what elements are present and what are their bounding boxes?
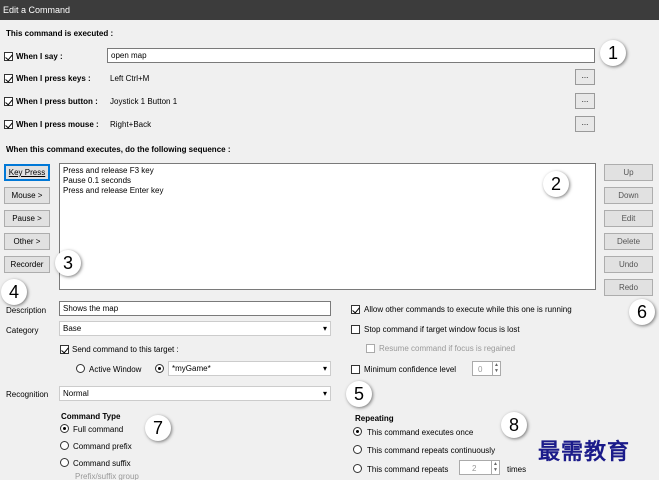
command-suffix-radio[interactable] <box>60 458 69 467</box>
spinner-arrows-icon[interactable]: ▲ ▼ <box>492 362 500 375</box>
min-confidence-value: 0 <box>478 365 483 374</box>
delete-button[interactable]: Delete <box>604 233 653 250</box>
allow-other-checkbox[interactable] <box>351 305 360 314</box>
list-item[interactable]: Pause 0.1 seconds <box>63 176 592 186</box>
other-menu-button[interactable]: Other > <box>4 233 50 250</box>
send-target-label: Send command to this target : <box>72 345 179 354</box>
executed-heading: This command is executed : <box>6 29 114 38</box>
window-title: Edit a Command <box>0 0 659 20</box>
repeats-continuously-radio[interactable] <box>353 445 362 454</box>
keys-checkbox[interactable] <box>4 74 13 83</box>
joystick-value: Joystick 1 Button 1 <box>110 97 178 106</box>
category-select[interactable]: Base <box>59 321 331 336</box>
annotation-marker-7: 7 <box>145 415 171 441</box>
game-target-value: *myGame* <box>172 364 211 373</box>
allow-other-label: Allow other commands to execute while th… <box>364 305 572 314</box>
recognition-value: Normal <box>63 389 89 398</box>
min-confidence-checkbox[interactable] <box>351 365 360 374</box>
mouse-label: When I press mouse : <box>16 120 99 129</box>
repeats-times-radio[interactable] <box>353 464 362 473</box>
stop-focus-checkbox[interactable] <box>351 325 360 334</box>
mouse-browse-button[interactable]: ... <box>575 116 595 132</box>
game-target-select[interactable]: *myGame* <box>168 361 331 376</box>
keys-value: Left Ctrl+M <box>110 74 150 83</box>
min-confidence-spinner[interactable]: 0 ▲ ▼ <box>472 361 501 376</box>
recognition-select[interactable]: Normal <box>59 386 331 401</box>
list-item[interactable]: Press and release Enter key <box>63 186 592 196</box>
say-checkbox[interactable] <box>4 52 13 61</box>
key-press-button[interactable]: Key Press <box>4 164 50 181</box>
repeat-count-spinner[interactable]: 2 ▲ ▼ <box>459 460 500 475</box>
undo-button[interactable]: Undo <box>604 256 653 273</box>
category-value: Base <box>63 324 82 333</box>
annotation-marker-4: 4 <box>1 279 27 305</box>
command-type-heading: Command Type <box>61 412 121 421</box>
executes-once-radio[interactable] <box>353 427 362 436</box>
category-label: Category <box>6 326 39 335</box>
times-label: times <box>507 465 527 474</box>
annotation-marker-5: 5 <box>346 381 372 407</box>
sequence-heading: When this command executes, do the follo… <box>6 145 231 154</box>
min-confidence-label: Minimum confidence level <box>364 365 457 374</box>
repeats-times-label: This command repeats <box>367 465 449 474</box>
send-target-checkbox[interactable] <box>60 345 69 354</box>
list-item[interactable]: Press and release F3 key <box>63 166 592 176</box>
edit-button[interactable]: Edit <box>604 210 653 227</box>
repeat-count-value: 2 <box>472 464 477 473</box>
annotation-marker-1: 1 <box>600 40 626 66</box>
resume-focus-label: Resume command if focus is regained <box>379 344 516 353</box>
recognition-label: Recognition <box>6 390 49 399</box>
spinner-arrows-icon[interactable]: ▲ ▼ <box>491 461 499 474</box>
active-window-radio[interactable] <box>76 364 85 373</box>
resume-focus-checkbox[interactable] <box>366 344 375 353</box>
sequence-list[interactable]: Press and release F3 key Pause 0.1 secon… <box>59 163 596 290</box>
command-suffix-label: Command suffix <box>73 459 131 468</box>
down-button[interactable]: Down <box>604 187 653 204</box>
watermark-logo: 最需教育 <box>538 439 631 465</box>
stop-focus-label: Stop command if target window focus is l… <box>364 325 520 334</box>
annotation-marker-6: 6 <box>629 299 655 325</box>
annotation-marker-3: 3 <box>55 250 81 276</box>
command-prefix-radio[interactable] <box>60 441 69 450</box>
command-prefix-label: Command prefix <box>73 442 132 451</box>
joystick-browse-button[interactable]: ... <box>575 93 595 109</box>
active-window-label: Active Window <box>89 365 142 374</box>
up-button[interactable]: Up <box>604 164 653 181</box>
repeating-heading: Repeating <box>355 414 394 423</box>
annotation-marker-8: 8 <box>501 412 527 438</box>
say-input[interactable]: open map <box>107 48 595 63</box>
full-command-label: Full command <box>73 425 124 434</box>
executes-once-label: This command executes once <box>367 428 474 437</box>
description-label: Description <box>6 306 47 315</box>
mouse-checkbox[interactable] <box>4 120 13 129</box>
redo-button[interactable]: Redo <box>604 279 653 296</box>
joystick-checkbox[interactable] <box>4 97 13 106</box>
prefix-suffix-group-label: Prefix/suffix group <box>75 472 139 480</box>
pause-menu-button[interactable]: Pause > <box>4 210 50 227</box>
say-label: When I say : <box>16 52 63 61</box>
description-input[interactable]: Shows the map <box>59 301 331 316</box>
joystick-label: When I press button : <box>16 97 98 106</box>
mouse-menu-button[interactable]: Mouse > <box>4 187 50 204</box>
keys-label: When I press keys : <box>16 74 91 83</box>
recorder-button[interactable]: Recorder <box>4 256 50 273</box>
keys-browse-button[interactable]: ... <box>575 69 595 85</box>
full-command-radio[interactable] <box>60 424 69 433</box>
repeats-continuously-label: This command repeats continuously <box>367 446 496 455</box>
game-target-radio[interactable] <box>155 364 164 373</box>
mouse-value: Right+Back <box>110 120 152 129</box>
annotation-marker-2: 2 <box>543 171 569 197</box>
